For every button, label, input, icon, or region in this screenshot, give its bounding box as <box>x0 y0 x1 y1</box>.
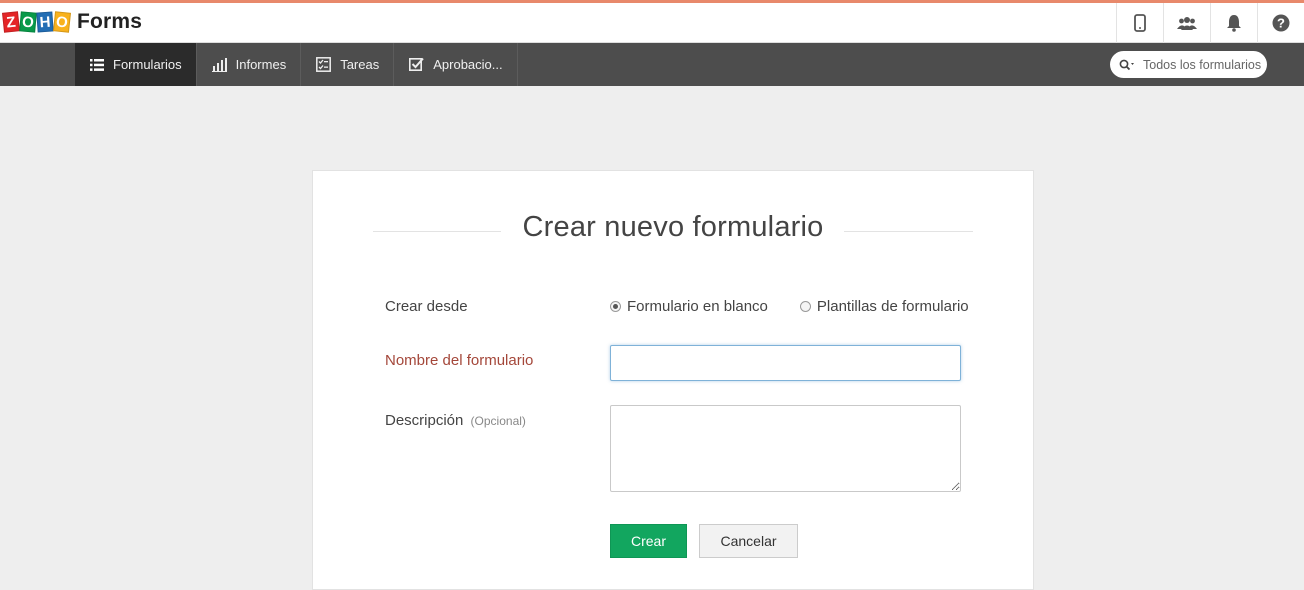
checkbox-icon <box>409 57 424 71</box>
description-label-row: Descripción (Opcional) <box>385 412 526 429</box>
help-icon[interactable]: ? <box>1257 3 1304 43</box>
radio-button-selected[interactable] <box>610 301 621 312</box>
radio-button[interactable] <box>799 301 811 312</box>
bar-chart-icon <box>211 57 227 72</box>
nav-item-label: Aprobacio... <box>433 57 503 72</box>
search-icon <box>1119 59 1134 70</box>
create-form-card: Crear nuevo formulario Crear desde Formu… <box>312 170 1034 590</box>
nav-item-label: Formularios <box>113 57 182 72</box>
optional-hint: (Opcional) <box>470 414 526 428</box>
nav-item-label: Tareas <box>340 57 380 72</box>
create-from-options: Formulario en blanco Plantillas de formu… <box>610 298 969 315</box>
nav-item-formularios[interactable]: Formularios <box>75 43 197 86</box>
logo-letter: O <box>52 11 72 33</box>
page-title: Crear nuevo formulario <box>502 211 844 243</box>
search-input[interactable] <box>1143 57 1265 72</box>
logo-letter: H <box>36 11 54 33</box>
zoho-forms-logo[interactable]: Z O H O Forms <box>1 10 143 34</box>
nav-item-informes[interactable]: Informes <box>197 43 302 86</box>
list-icon <box>90 58 104 71</box>
top-header: Z O H O Forms ? <box>0 3 1304 43</box>
radio-label: Formulario en blanco <box>627 298 768 315</box>
create-button[interactable]: Crear <box>610 524 687 558</box>
description-label: Descripción <box>385 412 464 429</box>
users-icon[interactable] <box>1163 3 1210 43</box>
main-nav: Formularios Informes Tareas Aprobacio... <box>0 43 1304 86</box>
header-icon-group: ? <box>1116 3 1304 43</box>
create-from-label: Crear desde <box>385 298 468 315</box>
card-title-wrap: Crear nuevo formulario <box>313 211 1033 244</box>
form-name-input[interactable] <box>610 345 961 381</box>
app-name: Forms <box>77 10 143 33</box>
radio-label: Plantillas de formulario <box>816 298 969 315</box>
logo-letter: Z <box>1 11 21 33</box>
logo-letter: O <box>19 11 37 33</box>
svg-text:?: ? <box>1277 16 1285 31</box>
nav-item-aprobaciones[interactable]: Aprobacio... <box>394 43 518 86</box>
mobile-icon[interactable] <box>1116 3 1163 43</box>
description-textarea[interactable] <box>610 405 961 492</box>
radio-blank-form[interactable]: Formulario en blanco <box>610 298 768 315</box>
task-icon <box>316 57 332 72</box>
bell-icon[interactable] <box>1210 3 1257 43</box>
cancel-button[interactable]: Cancelar <box>699 524 798 558</box>
nav-item-label: Informes <box>235 57 287 72</box>
form-name-label: Nombre del formulario <box>385 352 534 369</box>
search-box[interactable] <box>1110 51 1267 78</box>
radio-form-templates[interactable]: Plantillas de formulario <box>799 298 969 315</box>
nav-item-tareas[interactable]: Tareas <box>301 43 395 86</box>
